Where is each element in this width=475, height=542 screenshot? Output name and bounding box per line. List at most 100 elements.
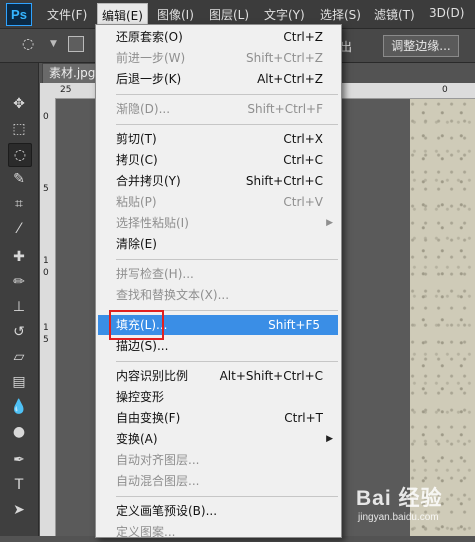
- document-canvas[interactable]: [410, 99, 475, 536]
- menu-item-shortcut: Alt+Shift+Ctrl+C: [219, 369, 323, 383]
- menu-item-cut[interactable]: 剪切(T) Ctrl+X: [96, 129, 341, 149]
- history-brush-icon[interactable]: ↺: [8, 321, 30, 343]
- menu-item-label: 自由变换(F): [116, 411, 181, 425]
- menu-item-content-aware-scale[interactable]: 内容识别比例 Alt+Shift+Ctrl+C: [96, 366, 341, 386]
- left-ruler: 0 5 1 0 1 5: [40, 98, 56, 536]
- ruler-tick: 5: [43, 184, 49, 194]
- menu-item-shortcut: Alt+Ctrl+Z: [257, 72, 323, 86]
- menu-separator: [116, 361, 338, 362]
- menu-item-auto-align-layers[interactable]: 自动对齐图层...: [96, 450, 341, 470]
- menu-item-label: 合并拷贝(Y): [116, 174, 181, 188]
- menu-item-shortcut: Ctrl+X: [283, 132, 323, 146]
- watermark-logo: Bai 经验: [356, 487, 443, 510]
- menu-item-label: 定义图案...: [116, 525, 176, 539]
- refine-edge-button[interactable]: 调整边缘...: [383, 35, 459, 57]
- menu-item-label: 操控变形: [116, 390, 165, 404]
- marquee-tool-icon[interactable]: ⬚: [8, 118, 30, 140]
- brush-tool-icon[interactable]: ✏: [8, 271, 30, 293]
- menu-separator: [116, 496, 338, 497]
- chevron-down-icon[interactable]: ▼: [50, 39, 57, 49]
- watermark: Bai 经验 jingyan.baidu.com: [350, 482, 475, 536]
- photoshop-logo: Ps: [6, 3, 32, 26]
- menu-type[interactable]: 文字(Y): [264, 6, 305, 23]
- path-select-icon[interactable]: ➤: [8, 499, 30, 521]
- move-tool-icon[interactable]: ✥: [8, 93, 30, 115]
- menu-item-label: 渐隐(D)...: [116, 102, 171, 116]
- watermark-url: jingyan.baidu.com: [358, 512, 439, 523]
- clone-stamp-icon[interactable]: ⊥: [8, 296, 30, 318]
- menu-image[interactable]: 图像(I): [157, 6, 194, 23]
- menu-item-label: 拷贝(C): [116, 153, 158, 167]
- eraser-tool-icon[interactable]: ▱: [8, 346, 30, 368]
- dodge-tool-icon[interactable]: ●: [8, 421, 30, 443]
- ruler-tick: 0: [43, 112, 49, 122]
- menu-3d[interactable]: 3D(D): [429, 6, 464, 20]
- menu-item-transform[interactable]: 变换(A) ▶: [96, 429, 341, 449]
- menu-item-label: 粘贴(P): [116, 195, 157, 209]
- lasso-tool-icon[interactable]: ◌: [8, 143, 32, 167]
- menu-item-step-backward[interactable]: 后退一步(K) Alt+Ctrl+Z: [96, 69, 341, 89]
- menu-item-shortcut: Shift+Ctrl+C: [245, 174, 323, 188]
- menu-item-paste-special[interactable]: 选择性粘贴(I) ▶: [96, 213, 341, 233]
- menu-item-define-brush[interactable]: 定义画笔预设(B)...: [96, 501, 341, 521]
- ruler-tick: 5: [43, 335, 49, 345]
- ruler-tick: 25: [60, 85, 72, 95]
- menu-filter[interactable]: 滤镜(T): [374, 6, 415, 23]
- eyedropper-tool-icon[interactable]: ⁄: [8, 218, 30, 240]
- menu-item-step-forward[interactable]: 前进一步(W) Shift+Ctrl+Z: [96, 48, 341, 68]
- menu-item-label: 剪切(T): [116, 132, 157, 146]
- submenu-arrow-icon: ▶: [326, 218, 333, 228]
- menu-item-clear[interactable]: 清除(E): [96, 234, 341, 254]
- edit-menu-dropdown: 还原套索(O) Ctrl+Z 前进一步(W) Shift+Ctrl+Z 后退一步(K…: [95, 24, 342, 539]
- menu-item-shortcut: Shift+Ctrl+Z: [246, 51, 323, 65]
- menu-item-label: 变换(A): [116, 432, 158, 446]
- menu-item-label: 内容识别比例: [116, 369, 189, 383]
- blur-tool-icon[interactable]: 💧: [8, 396, 30, 418]
- menu-separator: [116, 124, 338, 125]
- menu-item-free-transform[interactable]: 自由变换(F) Ctrl+T: [96, 408, 341, 428]
- menu-item-copy[interactable]: 拷贝(C) Ctrl+C: [96, 150, 341, 170]
- menu-separator: [116, 94, 338, 95]
- menu-item-shortcut: Shift+Ctrl+F: [247, 102, 323, 116]
- annotation-highlight-box: [109, 310, 164, 340]
- ruler-tick: 1: [43, 256, 49, 266]
- menu-item-shortcut: Ctrl+C: [283, 153, 323, 167]
- menu-select[interactable]: 选择(S): [320, 6, 361, 23]
- menu-file[interactable]: 文件(F): [47, 6, 87, 23]
- menu-item-label: 后退一步(K): [116, 72, 182, 86]
- menu-item-label: 前进一步(W): [116, 51, 186, 65]
- menu-item-fade[interactable]: 渐隐(D)... Shift+Ctrl+F: [96, 99, 341, 119]
- menu-item-label: 查找和替换文本(X)...: [116, 288, 230, 302]
- crop-tool-icon[interactable]: ⌗: [8, 193, 30, 215]
- menu-item-label: 还原套索(O): [116, 30, 183, 44]
- menu-item-spell-check[interactable]: 拼写检查(H)...: [96, 264, 341, 284]
- pen-tool-icon[interactable]: ✒: [8, 449, 30, 471]
- menu-item-undo[interactable]: 还原套索(O) Ctrl+Z: [96, 27, 341, 47]
- menu-layer[interactable]: 图层(L): [209, 6, 249, 23]
- ruler-tick: 0: [43, 268, 49, 278]
- menu-item-shortcut: Ctrl+T: [284, 411, 323, 425]
- gradient-tool-icon[interactable]: ▤: [8, 371, 30, 393]
- menu-item-shortcut: Ctrl+V: [283, 195, 323, 209]
- menu-item-find-replace[interactable]: 查找和替换文本(X)...: [96, 285, 341, 305]
- menu-item-label: 选择性粘贴(I): [116, 216, 189, 230]
- menu-item-copy-merged[interactable]: 合并拷贝(Y) Shift+Ctrl+C: [96, 171, 341, 191]
- lasso-preset-icon[interactable]: ◌: [22, 36, 34, 52]
- new-selection-icon[interactable]: [68, 36, 84, 52]
- menu-item-shortcut: Shift+F5: [268, 318, 320, 332]
- menu-item-label: 自动混合图层...: [116, 474, 200, 488]
- healing-brush-icon[interactable]: ✚: [8, 246, 30, 268]
- quick-select-tool-icon[interactable]: ✎: [8, 168, 30, 190]
- submenu-arrow-icon: ▶: [326, 434, 333, 444]
- menu-item-paste[interactable]: 粘贴(P) Ctrl+V: [96, 192, 341, 212]
- menu-separator: [116, 259, 338, 260]
- menu-item-label: 拼写检查(H)...: [116, 267, 194, 281]
- ruler-tick: 1: [43, 323, 49, 333]
- ruler-tick: 0: [442, 85, 448, 95]
- menu-item-puppet-warp[interactable]: 操控变形: [96, 387, 341, 407]
- tools-panel: ✥ ⬚ ◌ ✎ ⌗ ⁄ ✚ ✏ ⊥ ↺ ▱ ▤ 💧 ● ✒ T ➤: [0, 63, 39, 536]
- menu-item-auto-blend-layers[interactable]: 自动混合图层...: [96, 471, 341, 491]
- menu-item-define-pattern[interactable]: 定义图案...: [96, 522, 341, 542]
- menu-item-label: 定义画笔预设(B)...: [116, 504, 218, 518]
- type-tool-icon[interactable]: T: [8, 474, 30, 496]
